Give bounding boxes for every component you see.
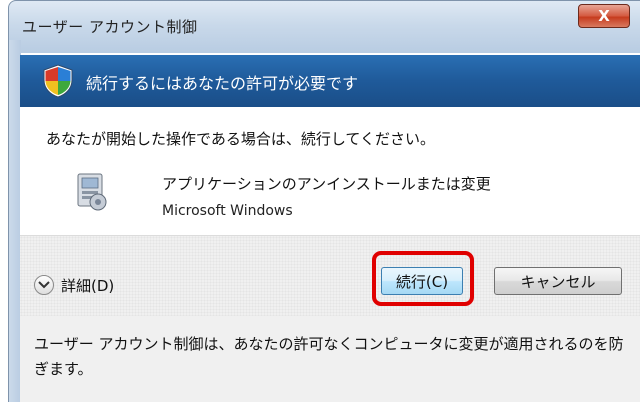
publisher-name: Microsoft Windows — [162, 203, 293, 219]
close-button[interactable]: X — [578, 4, 630, 28]
prompt-text: あなたが開始した操作である場合は、続行してください。 — [46, 130, 435, 148]
programs-icon — [74, 172, 110, 212]
content-area: あなたが開始した操作である場合は、続行してください。 アプリケーションのアンイン… — [20, 107, 640, 235]
header-band: 続行するにはあなたの許可が必要です — [20, 55, 640, 107]
header-message: 続行するにはあなたの許可が必要です — [86, 74, 359, 93]
program-name: アプリケーションのアンインストールまたは変更 — [162, 175, 491, 193]
continue-button[interactable]: 続行(C) — [381, 267, 463, 295]
uac-shield-icon — [40, 63, 76, 99]
chevron-down-icon — [34, 275, 54, 295]
footer: ユーザー アカウント制御は、あなたの許可なくコンピュータに変更が適用されるのを防… — [20, 316, 640, 402]
details-toggle[interactable]: 詳細(D) — [34, 274, 114, 296]
uac-dialog: ユーザー アカウント制御 X 続行するにはあなたの許可が必要です あなたが開始し… — [0, 0, 640, 402]
cancel-button[interactable]: キャンセル — [494, 267, 622, 295]
button-strip: 詳細(D) 続行(C) キャンセル — [20, 235, 640, 317]
footer-text: ユーザー アカウント制御は、あなたの許可なくコンピュータに変更が適用されるのを防… — [34, 335, 624, 378]
details-label: 詳細(D) — [61, 276, 115, 295]
window-title: ユーザー アカウント制御 — [22, 18, 198, 36]
